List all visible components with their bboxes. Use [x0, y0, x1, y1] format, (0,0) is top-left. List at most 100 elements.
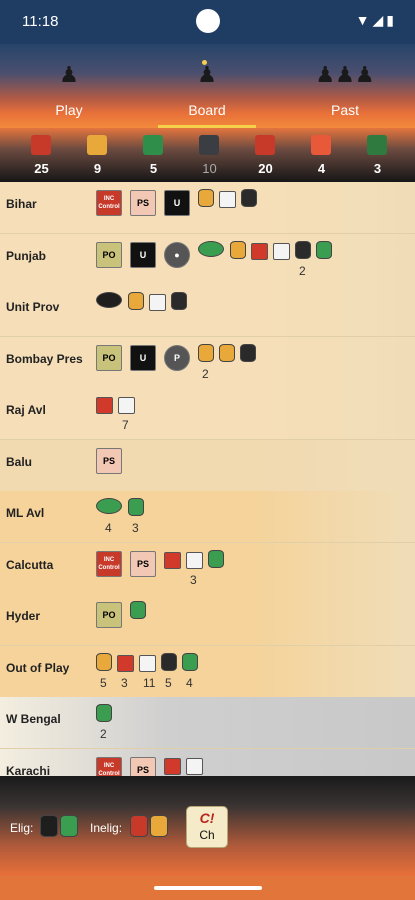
piece-count: 7 [122, 418, 129, 432]
red-flag-icon [311, 135, 331, 155]
piece-count: 5 [165, 675, 172, 690]
row-label: Bombay Pres [6, 351, 83, 366]
tile-face: INC Control [96, 756, 122, 776]
figure-icon: ♟ [197, 62, 217, 87]
tile-face: U [164, 190, 190, 216]
group-icon: ♟♟♟ [315, 62, 375, 87]
row-label: Balu [6, 454, 33, 469]
counter-tile-po: PO [96, 343, 122, 371]
cube-icon: 3 [186, 549, 203, 587]
board-row[interactable]: Bombay Pres PO U P 2 [0, 336, 415, 389]
cylinder-icon: 4 [182, 652, 198, 690]
board-row[interactable]: Calcutta INC Control PS 3 [0, 542, 415, 595]
cylinder-icon [316, 240, 332, 259]
row-label: Karachi [6, 763, 51, 777]
board-list[interactable]: Bihar INC Control PS U Punjab PO U ● 2 Unit Prov B… [0, 182, 415, 776]
board-row[interactable]: W Bengal 2 [0, 697, 415, 749]
red-crown-icon [255, 135, 275, 155]
row-label: Out of Play [6, 660, 70, 675]
tile-face: PS [130, 550, 156, 577]
row-label: Punjab [6, 248, 47, 263]
navigation-bar [0, 876, 415, 900]
tab-play-label: Play [55, 102, 83, 118]
cube-icon [186, 755, 203, 775]
cylinder-icon: 3 [128, 497, 144, 535]
cube-icon [273, 240, 290, 260]
board-row[interactable]: Out of Play 5 3 11 5 4 [0, 645, 415, 698]
board-row[interactable]: Karachi INC Control PS [0, 748, 415, 777]
faction-count: 5 [124, 128, 183, 182]
status-time: 11:18 [22, 13, 59, 30]
row-label: Unit Prov [6, 300, 60, 314]
cylinder-icon [219, 343, 235, 362]
faction-count: 9 [68, 128, 127, 182]
counter-tile-u: U [130, 343, 156, 371]
inelig-gold-cylinder-icon [150, 815, 168, 837]
tab-board[interactable]: ♟ Board [138, 44, 276, 128]
faction-counts: 25 9 5 10 20 4 3 [0, 128, 415, 182]
tile-face: PO [96, 602, 122, 628]
piece-count: 11 [143, 675, 156, 690]
tile-face: U [130, 344, 156, 371]
cylinder-icon: 5 [161, 652, 177, 690]
tile-face: U [130, 241, 156, 268]
cube-icon: 3 [117, 652, 134, 690]
tile-face: P [164, 344, 190, 371]
faction-count-value: 20 [258, 161, 273, 176]
counter-tile-p: P [164, 343, 190, 371]
piece-count: 5 [100, 675, 107, 690]
disc-icon [198, 240, 224, 257]
row-label: Hyder [6, 609, 41, 623]
elig-label: Elig: [10, 821, 34, 835]
row-label: W Bengal [6, 712, 61, 726]
tile-face: PS [130, 190, 156, 216]
board-row[interactable]: Bihar INC Control PS U [0, 182, 415, 234]
disc-icon [96, 291, 122, 308]
counter-tile-po: PO [96, 600, 122, 628]
board-row[interactable]: Balu PS [0, 439, 415, 492]
board-row[interactable]: ML Avl 4 3 [0, 491, 415, 543]
piece-count: 4 [105, 521, 112, 535]
cylinder-icon [128, 291, 144, 310]
faction-count-value: 3 [373, 161, 382, 176]
board-row[interactable]: Raj Avl 7 [0, 388, 415, 440]
cylinder-icon: 2 [295, 240, 311, 278]
status-icons: ▼◢▮ [355, 12, 397, 28]
cylinder-icon [198, 188, 214, 207]
tile-face: INC Control [96, 550, 122, 577]
cylinder-icon [230, 240, 246, 259]
piece-count: 2 [299, 263, 306, 278]
board-row[interactable]: Hyder PO [0, 594, 415, 646]
green-flag-icon [367, 135, 387, 155]
red-badge-icon [31, 135, 51, 155]
row-label: Raj Avl [6, 403, 46, 417]
tab-play[interactable]: ♟ Play [0, 44, 138, 128]
counter-tile-u: U [164, 188, 190, 216]
gold-badge-icon [87, 135, 107, 155]
tab-bar: ♟ Play ♟ Board ♟♟♟ Past [0, 44, 415, 128]
tab-past[interactable]: ♟♟♟ Past [276, 44, 414, 128]
faction-count-value: 4 [317, 161, 326, 176]
cylinder-icon [241, 188, 257, 207]
counter-tile-inc-control: INC Control [96, 188, 122, 216]
cylinder-icon: 2 [198, 343, 214, 381]
card-button[interactable]: C! Ch [186, 806, 228, 848]
faction-count-value: 5 [149, 161, 158, 176]
piece-count: 4 [186, 675, 193, 690]
board-row[interactable]: Punjab PO U ● 2 [0, 233, 415, 286]
board-row[interactable]: Unit Prov [0, 285, 415, 337]
faction-count-value: 25 [34, 161, 49, 176]
cube-icon [149, 291, 166, 311]
home-gesture-pill[interactable] [154, 886, 262, 890]
card-button-line2: Ch [199, 828, 215, 842]
piece-count: 3 [190, 572, 197, 587]
elig-green-cylinder-icon [60, 815, 78, 837]
tile-face: PS [96, 447, 122, 474]
green-badge-icon [143, 135, 163, 155]
tile-face: INC Control [96, 190, 122, 216]
silhouette-icon: ♟ [59, 62, 79, 87]
counter-tile-u: U [130, 240, 156, 268]
cube-icon [96, 394, 113, 414]
row-label: Calcutta [6, 557, 54, 572]
counter-tile-po: PO [96, 240, 122, 268]
